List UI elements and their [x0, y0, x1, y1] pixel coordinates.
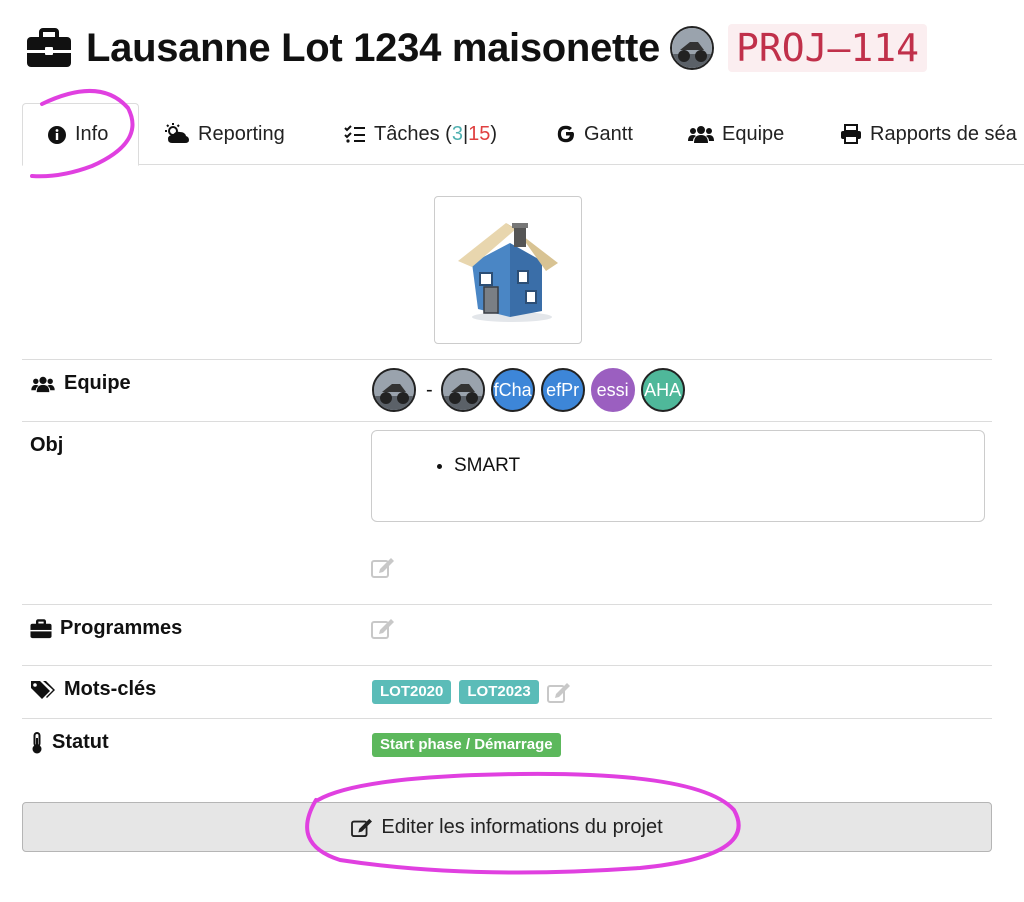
edit-icon[interactable] [371, 617, 395, 639]
house-illustration [458, 223, 558, 322]
objectives-list: SMART [372, 455, 984, 477]
edit-icon[interactable] [546, 681, 571, 703]
obj-label-text: Obj [30, 434, 64, 456]
tab-equipe[interactable]: Equipe [688, 103, 784, 165]
tab-taches[interactable]: Tâches (3 | 15) [344, 103, 497, 165]
edit-icon [351, 817, 373, 837]
avatar-member-1[interactable] [440, 368, 485, 412]
tab-rapports-label: Rapports de séa [870, 122, 1017, 145]
objectives-box: SMART [371, 430, 985, 522]
status-label: Statut [30, 731, 109, 754]
briefcase-icon [30, 618, 52, 639]
printer-icon [840, 124, 862, 144]
owner-avatar[interactable] [670, 26, 715, 70]
avatar-member-3[interactable]: efPr [540, 368, 585, 412]
keyword-badges: LOT2020 LOT2023 [372, 680, 571, 704]
info-circle-icon [47, 125, 67, 145]
edit-project-label: Editer les informations du projet [381, 815, 663, 838]
avatar-initials: efPr [546, 379, 580, 400]
avatar-initials: fCha [493, 379, 532, 400]
divider [22, 359, 992, 360]
project-image[interactable] [434, 196, 582, 344]
tab-rapports[interactable]: Rapports de séa [840, 103, 1017, 165]
thermometer-icon [30, 731, 44, 754]
status-badge: Start phase / Démarrage [372, 733, 561, 757]
keyword-badge[interactable]: LOT2023 [459, 680, 539, 704]
tab-info[interactable]: Info [22, 103, 139, 166]
divider [22, 665, 992, 666]
programmes-label-text: Programmes [60, 617, 183, 639]
tab-gantt[interactable]: Gantt [556, 103, 633, 165]
sun-cloud-icon [164, 123, 190, 145]
briefcase-icon [26, 28, 72, 68]
users-icon [30, 375, 56, 393]
tab-gantt-label: Gantt [584, 122, 633, 145]
equipe-label: Equipe [30, 372, 131, 395]
users-icon [688, 124, 714, 144]
tab-taches-label: Tâches ( [374, 122, 452, 145]
tasks-open-count: 3 [451, 122, 463, 145]
page-title-row: Lausanne Lot 1234 maisonette PROJ–114 [26, 22, 928, 74]
divider [22, 421, 992, 422]
keyword-badge[interactable]: LOT2020 [372, 680, 452, 704]
team-separator: - [426, 378, 433, 401]
avatar-initials: essi [596, 379, 629, 400]
tags-icon [30, 679, 56, 701]
tasks-total-count: 15 [468, 122, 491, 145]
tab-taches-suffix: ) [490, 122, 498, 145]
team-members: - fCha efPr essi AHA [372, 368, 691, 412]
avatar-manager[interactable] [372, 368, 416, 412]
tab-reporting[interactable]: Reporting [164, 103, 285, 165]
avatar-member-2[interactable]: fCha [490, 368, 535, 412]
tab-reporting-label: Reporting [198, 122, 285, 145]
divider [22, 718, 992, 719]
project-title: Lausanne Lot 1234 maisonette [86, 25, 661, 70]
divider [22, 604, 992, 605]
objective-item: SMART [454, 455, 984, 477]
tab-equipe-label: Equipe [722, 122, 785, 145]
google-g-icon [556, 124, 576, 144]
keywords-label: Mots-clés [30, 678, 156, 701]
tab-info-label: Info [75, 123, 109, 145]
avatar-member-5[interactable]: AHA [640, 368, 685, 412]
edit-project-button[interactable]: Editer les informations du projet [22, 802, 992, 852]
status-label-text: Statut [52, 731, 109, 753]
obj-label: Obj [30, 434, 63, 457]
status-badges: Start phase / Démarrage [372, 733, 569, 757]
programmes-label: Programmes [30, 617, 182, 640]
avatar-initials: AHA [644, 379, 682, 400]
equipe-label-text: Equipe [64, 372, 131, 394]
tasklist-icon [344, 124, 366, 144]
edit-icon[interactable] [371, 556, 395, 578]
keywords-label-text: Mots-clés [64, 678, 157, 700]
avatar-member-4[interactable]: essi [590, 368, 635, 412]
project-tabs: Info Reporting Tâches (3 | 15) Gantt Equip… [22, 103, 1024, 166]
project-code-badge: PROJ–114 [728, 24, 928, 72]
